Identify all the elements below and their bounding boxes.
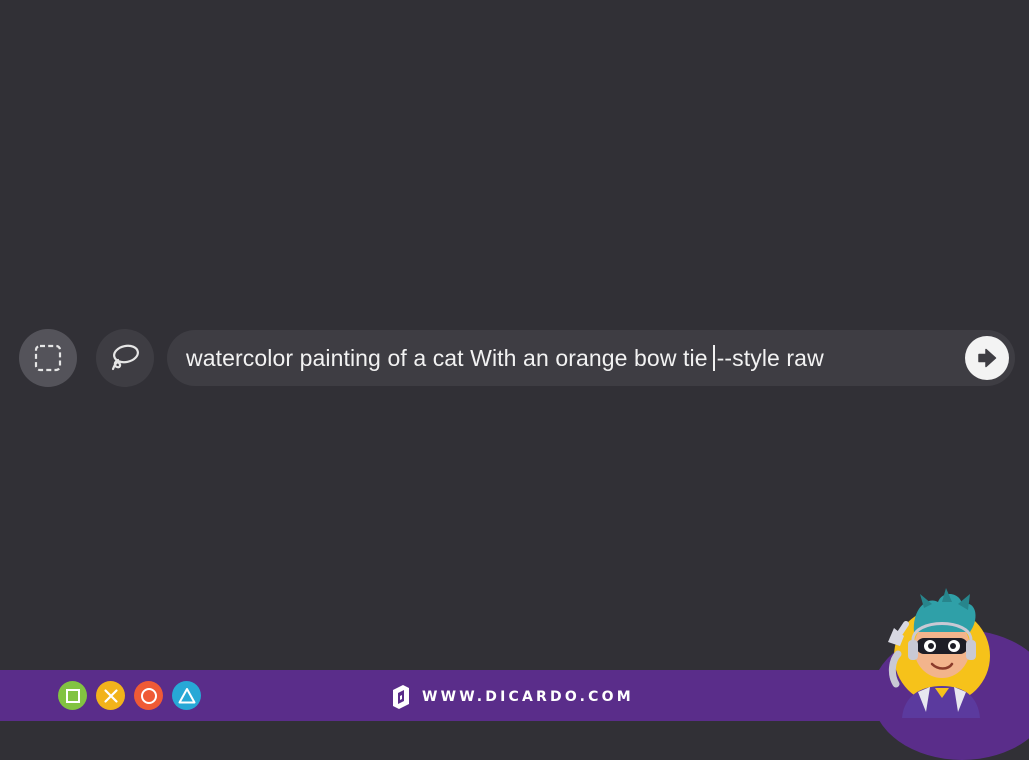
site-url: WWW.DICARDO.COM — [422, 689, 634, 705]
prompt-text-after-caret: --style raw — [716, 345, 824, 371]
cross-button-icon — [96, 681, 125, 710]
dashed-rectangle-icon — [34, 344, 62, 372]
circle-button-icon — [134, 681, 163, 710]
square-button-icon — [58, 681, 87, 710]
rectangle-select-button[interactable] — [19, 329, 77, 387]
circle-icon — [140, 687, 157, 704]
lasso-icon — [111, 344, 139, 371]
prompt-text[interactable]: watercolor painting of a cat With an ora… — [186, 330, 824, 386]
dicardo-logo-icon — [393, 685, 409, 709]
text-caret — [712, 344, 715, 371]
prompt-text-before-caret: watercolor painting of a cat With an ora… — [186, 345, 708, 371]
lasso-select-button[interactable] — [96, 329, 154, 387]
triangle-icon — [178, 687, 195, 703]
triangle-button-icon — [172, 681, 201, 710]
arrow-right-icon — [978, 348, 997, 368]
cross-icon — [103, 688, 118, 703]
square-icon — [65, 688, 80, 703]
prompt-input[interactable]: watercolor painting of a cat With an ora… — [167, 330, 1015, 386]
submit-button[interactable] — [965, 336, 1009, 380]
site-link[interactable]: WWW.DICARDO.COM — [390, 682, 634, 712]
mascot-illustration — [888, 588, 990, 718]
